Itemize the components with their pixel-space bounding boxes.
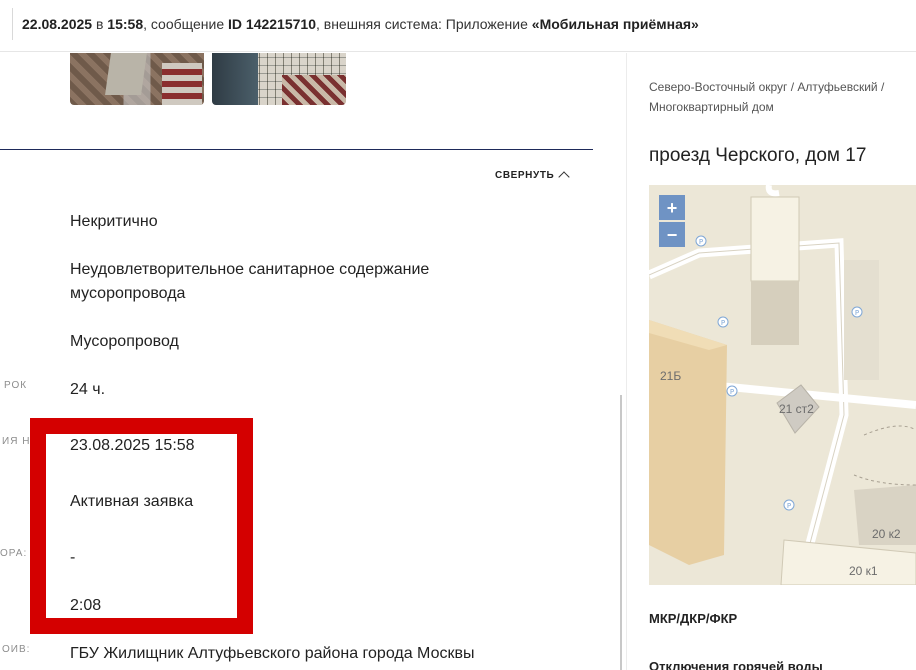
map-label-20-k2: 20 к2 bbox=[872, 527, 901, 541]
message-id: ID 142215710 bbox=[228, 16, 316, 32]
status-value: Активная заявка bbox=[70, 493, 194, 510]
svg-text:P: P bbox=[721, 319, 725, 327]
breadcrumb: Северо-Восточный округ / Алтуфьевский / … bbox=[649, 77, 884, 117]
due-date-label: ИЯ Н bbox=[2, 436, 31, 447]
repair-section-title[interactable]: МКР/ДКР/ФКР bbox=[649, 611, 737, 626]
breadcrumb-line-1: Северо-Восточный округ / Алтуфьевский / bbox=[649, 80, 885, 94]
message-header: 22.08.2025 в 15:58, сообщение ID 1422157… bbox=[22, 16, 699, 32]
criticality-value: Некритично bbox=[70, 213, 158, 230]
message-at: в bbox=[92, 16, 108, 32]
map-label-21-st2: 21 ст2 bbox=[779, 402, 814, 416]
attachment-photo-1[interactable] bbox=[70, 53, 204, 105]
message-time: 15:58 bbox=[107, 16, 144, 32]
svg-text:P: P bbox=[730, 388, 734, 396]
svg-text:P: P bbox=[787, 502, 791, 510]
attachment-photo-2[interactable] bbox=[212, 53, 346, 105]
header-divider bbox=[12, 8, 13, 40]
problem-value: Неудовлетворительное санитарное содержан… bbox=[70, 261, 430, 302]
message-prefix: , сообщение bbox=[143, 16, 229, 32]
hot-water-section-title[interactable]: Отключения горячей воды bbox=[649, 659, 823, 670]
system-name: «Мобильная приёмная» bbox=[531, 16, 699, 32]
location-map[interactable]: P P P P P + − 21Б 21 ст2 20 к2 20 к1 bbox=[649, 185, 916, 585]
map-zoom-controls: + − bbox=[659, 195, 685, 247]
time-left-value: 2:08 bbox=[70, 597, 102, 614]
breadcrumb-line-2: Многоквартирный дом bbox=[649, 100, 774, 114]
zoom-in-button[interactable]: + bbox=[659, 195, 685, 220]
organization-label: ОИВ: bbox=[2, 644, 31, 655]
executor-value: - bbox=[70, 549, 76, 566]
map-label-21b: 21Б bbox=[660, 369, 682, 383]
address-title: проезд Черского, дом 17 bbox=[649, 145, 867, 166]
address-sidebar: Северо-Восточный округ / Алтуфьевский / … bbox=[627, 53, 916, 670]
organization-value: ГБУ Жилищник Алтуфьевского района города… bbox=[70, 645, 475, 662]
collapse-label: СВЕРНУТЬ bbox=[495, 169, 555, 181]
system-prefix: , внешняя система: Приложение bbox=[315, 16, 532, 32]
executor-label: ОРА: bbox=[0, 548, 28, 559]
deadline-value: 24 ч. bbox=[70, 381, 106, 398]
top-bar: 22.08.2025 в 15:58, сообщение ID 1422157… bbox=[0, 0, 916, 52]
request-details-panel: СВЕРНУТЬ Некритично Неудовлетворительное… bbox=[0, 53, 626, 670]
due-date-value: 23.08.2025 15:58 bbox=[70, 437, 195, 454]
section-divider bbox=[0, 149, 593, 150]
zoom-out-button[interactable]: − bbox=[659, 222, 685, 247]
scrollbar[interactable] bbox=[620, 395, 622, 670]
chevron-up-icon bbox=[558, 171, 570, 183]
collapse-button[interactable]: СВЕРНУТЬ bbox=[495, 169, 570, 183]
object-value: Мусоропровод bbox=[70, 333, 179, 350]
message-date: 22.08.2025 bbox=[22, 16, 93, 32]
deadline-label: РОК bbox=[4, 380, 28, 391]
svg-text:P: P bbox=[699, 238, 703, 246]
map-graphic: P P P P P bbox=[649, 185, 916, 585]
svg-text:P: P bbox=[855, 309, 859, 317]
map-label-20-k1: 20 к1 bbox=[849, 564, 878, 578]
